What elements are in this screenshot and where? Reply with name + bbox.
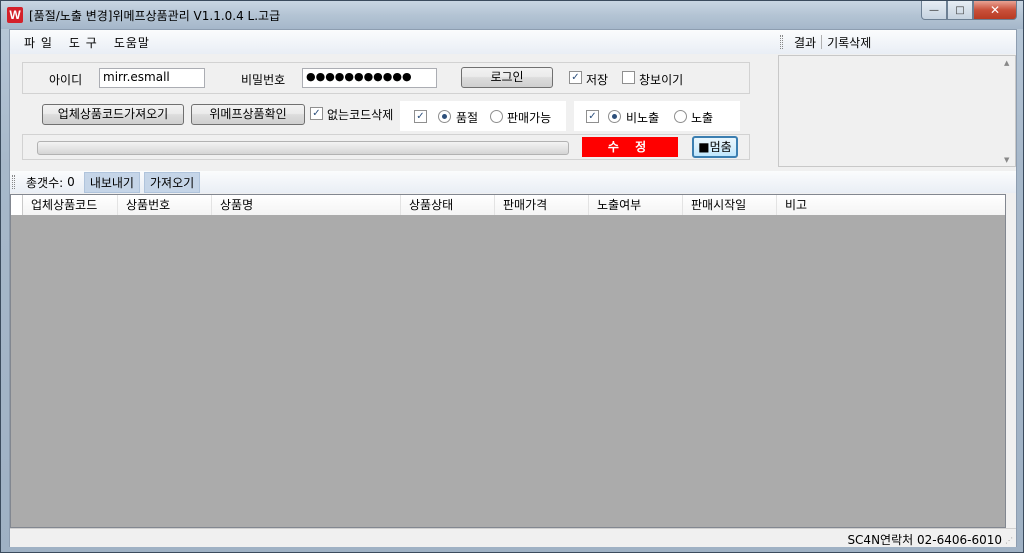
column-header[interactable]: 비고 bbox=[777, 195, 1005, 215]
grid-header: 업체상품코드 상품번호 상품명 상품상태 판매가격 노출여부 판매시작일 비고 bbox=[11, 195, 1005, 215]
result-tab[interactable]: 결과 bbox=[789, 34, 821, 51]
soldout-radio-label: 품절 bbox=[456, 111, 479, 125]
column-header[interactable]: 상품번호 bbox=[118, 195, 212, 215]
scroll-up-icon[interactable]: ▲ bbox=[1004, 59, 1009, 67]
total-count-label: 총갯수: bbox=[26, 175, 64, 190]
maximize-button[interactable]: □ bbox=[947, 1, 973, 20]
login-button[interactable]: 로그인 bbox=[461, 67, 553, 88]
column-header[interactable]: 업체상품코드 bbox=[23, 195, 118, 215]
grid-row-header[interactable] bbox=[11, 195, 23, 215]
menu-bar: 파 일 도 구 도움말 bbox=[10, 30, 776, 54]
hidden-radio-label: 비노출 bbox=[626, 111, 660, 125]
password-label: 비밀번호 bbox=[241, 73, 286, 87]
stop-button[interactable]: ■멈춤 bbox=[692, 136, 738, 158]
window-controls: — □ ✕ bbox=[921, 1, 1017, 20]
fetch-codes-button[interactable]: 업체상품코드가져오기 bbox=[42, 104, 184, 125]
product-grid[interactable]: 업체상품코드 상품번호 상품명 상품상태 판매가격 노출여부 판매시작일 비고 bbox=[10, 194, 1006, 528]
soldout-enable-checkbox[interactable]: ✓ bbox=[414, 110, 427, 123]
shown-radio[interactable] bbox=[674, 110, 687, 123]
minimize-button[interactable]: — bbox=[921, 1, 947, 20]
close-button[interactable]: ✕ bbox=[973, 1, 1017, 20]
soldout-radio[interactable] bbox=[438, 110, 451, 123]
menu-file[interactable]: 파 일 bbox=[16, 34, 61, 51]
contact-info: SC4N연락처 02-6406-6010 bbox=[847, 533, 1002, 547]
id-input[interactable]: mirr.esmall bbox=[99, 68, 205, 88]
available-radio-label: 판매가능 bbox=[507, 111, 552, 125]
window-title: [품절/노출 변경]위메프상품관리 V1.1.0.4 L.고급 bbox=[29, 9, 281, 23]
export-button[interactable]: 내보내기 bbox=[83, 171, 140, 193]
login-panel: 아이디 mirr.esmall 비밀번호 ●●●●●●●●●●● 로그인 ✓ 저… bbox=[22, 62, 750, 94]
show-window-checkbox[interactable] bbox=[622, 71, 635, 84]
show-window-label: 창보이기 bbox=[639, 73, 684, 87]
clear-log-tab[interactable]: 기록삭제 bbox=[822, 34, 876, 51]
status-bar: SC4N연락처 02-6406-6010 ⋰ bbox=[10, 528, 1016, 547]
total-count-value: 0 bbox=[67, 175, 75, 189]
toolbar-grip-icon[interactable] bbox=[12, 175, 15, 189]
exposure-group: ✓ 비노출 노출 bbox=[574, 101, 740, 131]
id-label: 아이디 bbox=[49, 73, 83, 87]
import-button[interactable]: 가져오기 bbox=[143, 171, 201, 193]
menu-help[interactable]: 도움말 bbox=[106, 34, 158, 51]
result-list[interactable]: ▲ ▼ bbox=[778, 55, 1016, 167]
save-checkbox[interactable]: ✓ bbox=[569, 71, 582, 84]
hidden-radio[interactable] bbox=[608, 110, 621, 123]
password-input[interactable]: ●●●●●●●●●●● bbox=[302, 68, 437, 88]
column-header[interactable]: 노출여부 bbox=[589, 195, 683, 215]
resize-grip-icon[interactable]: ⋰ bbox=[1005, 536, 1015, 546]
shown-radio-label: 노출 bbox=[691, 111, 714, 125]
column-header[interactable]: 상품명 bbox=[212, 195, 401, 215]
app-window: W [품절/노출 변경]위메프상품관리 V1.1.0.4 L.고급 — □ ✕ … bbox=[0, 0, 1024, 553]
client-area: 파 일 도 구 도움말 아이디 mirr.esmall 비밀번호 ●●●●●●●… bbox=[9, 29, 1017, 547]
exposure-enable-checkbox[interactable]: ✓ bbox=[586, 110, 599, 123]
delete-missing-label: 없는코드삭제 bbox=[327, 108, 394, 122]
fix-button[interactable]: 수 정 bbox=[582, 137, 678, 157]
soldout-group: ✓ 품절 판매가능 bbox=[400, 101, 566, 131]
column-header[interactable]: 상품상태 bbox=[401, 195, 495, 215]
column-header[interactable]: 판매시작일 bbox=[683, 195, 777, 215]
toolbar-grip-icon[interactable] bbox=[780, 35, 783, 49]
save-label: 저장 bbox=[586, 73, 609, 87]
app-logo-icon: W bbox=[7, 7, 23, 23]
progress-bar bbox=[37, 141, 569, 155]
scroll-down-icon[interactable]: ▼ bbox=[1004, 156, 1009, 164]
column-header[interactable]: 판매가격 bbox=[495, 195, 589, 215]
available-radio[interactable] bbox=[490, 110, 503, 123]
result-scrollbar[interactable]: ▲ ▼ bbox=[1001, 56, 1015, 166]
confirm-products-button[interactable]: 위메프상품확인 bbox=[191, 104, 305, 125]
delete-missing-checkbox[interactable]: ✓ bbox=[310, 107, 323, 120]
result-header: 결과 기록삭제 bbox=[776, 30, 1016, 54]
menu-tools[interactable]: 도 구 bbox=[61, 34, 106, 51]
list-toolbar: 총갯수: 0 내보내기 가져오기 bbox=[10, 171, 1016, 193]
title-bar[interactable]: W [품절/노출 변경]위메프상품관리 V1.1.0.4 L.고급 — □ ✕ bbox=[1, 1, 1023, 29]
